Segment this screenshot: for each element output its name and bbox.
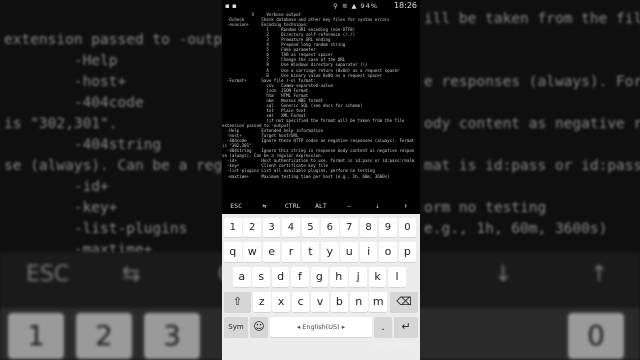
terminal-line: -maxtime+ Maximum testing time per host … (222, 173, 390, 179)
key-1[interactable]: 1 (224, 218, 242, 237)
key-6[interactable]: 6 (321, 218, 339, 237)
key-j[interactable]: j (349, 267, 367, 287)
key-b[interactable]: b (330, 292, 349, 312)
bg-terminal-line-right: ody content as negative respon (424, 116, 640, 132)
bg-extra-key: ↓ (494, 262, 513, 287)
terminal-output[interactable]: V Verbose output -Dcheck Check database … (222, 12, 420, 198)
bg-terminal-line-right: orm no testing (424, 200, 547, 216)
key-3[interactable]: 3 (262, 218, 281, 237)
key-u[interactable]: u (340, 242, 358, 262)
bg-terminal-line: extension passed to -output) (4, 32, 249, 48)
sym-key[interactable]: Sym (224, 317, 248, 337)
bg-terminal-line-right: mat is id:pass or id:pass:realm (424, 158, 640, 174)
key-k[interactable]: k (368, 267, 387, 287)
key-d[interactable]: d (271, 267, 290, 287)
soft-keyboard: 1 2 3 4 5 6 7 8 9 0 q w e r t y u i o p a s d f g h j k l ⇧ z x c v b n m ⌫ Sy… (222, 214, 420, 360)
key-0[interactable]: 0 (398, 218, 417, 237)
key-o[interactable]: o (379, 242, 397, 262)
status-time: 18:26 (393, 1, 417, 10)
key-x[interactable]: x (272, 292, 290, 312)
extra-key[interactable]: ⇆ (250, 198, 278, 214)
extra-key[interactable]: CTRL (279, 198, 307, 214)
key-2[interactable]: 2 (243, 218, 261, 237)
bg-number-key: 0 (568, 313, 624, 359)
bg-number-key: 1 (8, 313, 64, 359)
key-7[interactable]: 7 (340, 218, 358, 237)
period-key[interactable]: . (374, 317, 392, 337)
status-icons: ⚲ ≋ ▲ 94% (333, 2, 378, 10)
extra-key[interactable]: ESC (222, 198, 250, 214)
key-e[interactable]: e (262, 242, 281, 262)
terminal-line: A Use a carriage return (0x0d) as a requ… (222, 67, 400, 73)
space-key[interactable]: ◂ English(US) ▸ (270, 317, 372, 337)
status-bar: ▪ ▪ ⚲ ≋ ▲ 94% 18:26 (222, 0, 420, 12)
key-p[interactable]: p (398, 242, 417, 262)
key-s[interactable]: s (252, 267, 270, 287)
key-c[interactable]: c (291, 292, 310, 312)
bg-extra-key: ⇆ (122, 262, 141, 287)
key-l[interactable]: l (388, 267, 406, 287)
extra-key[interactable]: — (335, 198, 363, 214)
bg-number-key: 3 (144, 313, 200, 359)
watermark-text: V RECORDER (370, 342, 415, 349)
key-r[interactable]: r (282, 242, 300, 262)
key-m[interactable]: m (369, 292, 387, 312)
key-5[interactable]: 5 (301, 218, 320, 237)
phone-screen: ▪ ▪ ⚲ ≋ ▲ 94% 18:26 V Verbose output -Dc… (222, 0, 420, 360)
key-w[interactable]: w (243, 242, 261, 262)
emoji-key[interactable]: ☺ (250, 317, 268, 337)
notification-icons: ▪ ▪ (225, 2, 237, 10)
shift-key[interactable]: ⇧ (224, 292, 251, 312)
bg-terminal-line: is "302,301". (4, 116, 118, 132)
bg-extra-key: ↑ (590, 262, 609, 287)
bg-terminal-line-right: e.g., 1h, 60m, 3600s) (424, 221, 608, 237)
extra-key[interactable]: ↓ (363, 198, 391, 214)
enter-key[interactable]: ↵ (394, 317, 418, 337)
bg-terminal-line-right: ill be taken from the file (424, 11, 640, 27)
key-t[interactable]: t (301, 242, 320, 262)
bg-terminal-line: se (always). Can be a regular (4, 158, 258, 174)
key-n[interactable]: n (350, 292, 368, 312)
key-q[interactable]: q (224, 242, 242, 262)
key-h[interactable]: h (330, 267, 348, 287)
key-8[interactable]: 8 (359, 218, 378, 237)
key-g[interactable]: g (310, 267, 329, 287)
bg-extra-key: ESC (26, 262, 70, 287)
backspace-key[interactable]: ⌫ (390, 292, 418, 312)
bg-terminal-line-right: e responses (always). Format (424, 74, 640, 90)
key-v[interactable]: v (311, 292, 329, 312)
extra-keys-bar: ESC ⇆ CTRL ALT — ↓ ↑ (222, 198, 420, 214)
key-a[interactable]: a (233, 267, 251, 287)
key-9[interactable]: 9 (379, 218, 397, 237)
key-z[interactable]: z (253, 292, 271, 312)
key-4[interactable]: 4 (282, 218, 300, 237)
key-i[interactable]: i (359, 242, 378, 262)
bg-number-key: 2 (76, 313, 132, 359)
extra-key[interactable]: ↑ (392, 198, 420, 214)
extra-key[interactable]: ALT (307, 198, 335, 214)
key-y[interactable]: y (321, 242, 339, 262)
key-f[interactable]: f (291, 267, 309, 287)
